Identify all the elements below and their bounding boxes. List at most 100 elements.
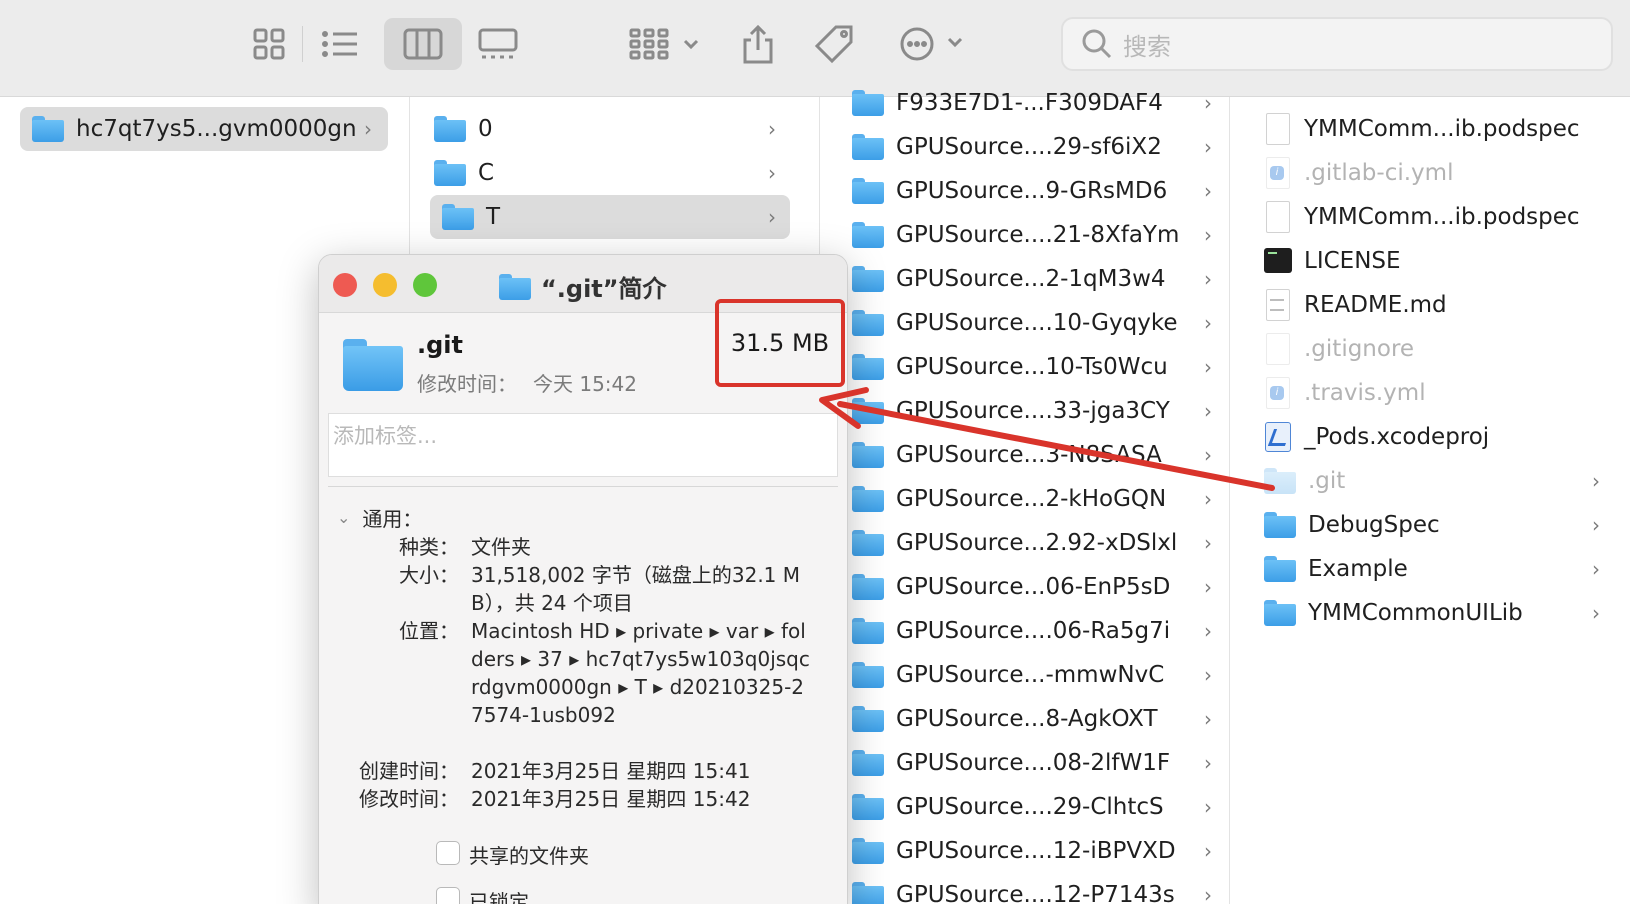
info-modified-value: 今天 15:42 xyxy=(533,372,637,396)
column-2-item[interactable]: C › xyxy=(422,151,790,195)
locked-checkbox[interactable] xyxy=(436,887,460,904)
section-title: 通用： xyxy=(362,507,423,531)
more-icon[interactable] xyxy=(898,20,970,68)
search-placeholder: 搜索 xyxy=(1123,32,1171,61)
column-4-item[interactable]: Example › xyxy=(1264,547,1624,591)
item-label: T xyxy=(486,204,501,230)
chevron-right-icon: › xyxy=(768,161,776,185)
item-label: GPUSource...3-N8SASA xyxy=(896,442,1162,468)
column-3-item[interactable]: GPUSource...-mmwNvC › xyxy=(852,653,1222,697)
item-label: LICENSE xyxy=(1304,248,1401,274)
column-4-item[interactable]: .gitignore xyxy=(1264,327,1624,371)
tag-icon[interactable] xyxy=(814,20,854,68)
column-3-item[interactable]: GPUSource....06-Ra5g7i › xyxy=(852,609,1222,653)
where-value: Macintosh HD ▸ private ▸ var ▸ folders ▸… xyxy=(471,619,810,727)
gallery-view-icon[interactable] xyxy=(476,20,520,68)
item-label: .gitlab-ci.yml xyxy=(1304,160,1454,186)
item-label: GPUSource....06-Ra5g7i xyxy=(896,618,1171,644)
column-3-item[interactable]: GPUSource...2.92-xDSlxl › xyxy=(852,521,1222,565)
tag-placeholder: 添加标签... xyxy=(333,424,438,448)
column-3-item[interactable]: GPUSource...2-1qM3w4 › xyxy=(852,257,1222,301)
folder-icon xyxy=(442,204,474,230)
group-icon[interactable] xyxy=(627,20,707,68)
folder-icon xyxy=(1264,468,1296,494)
column-2-item[interactable]: 0 › xyxy=(422,107,790,151)
column-3-item[interactable]: GPUSource...3-N8SASA › xyxy=(852,433,1222,477)
item-label: .gitignore xyxy=(1304,336,1415,362)
markdown-file-icon xyxy=(1264,289,1292,321)
list-view-icon[interactable] xyxy=(318,20,362,68)
toolbar: 搜索 xyxy=(0,0,1630,97)
column-3-item[interactable]: GPUSource...10-Ts0Wcu › xyxy=(852,345,1222,389)
general-section-toggle[interactable]: ⌄ 通用： xyxy=(337,503,422,532)
folder-icon xyxy=(32,116,64,142)
column-view-icon[interactable] xyxy=(384,18,462,70)
column-4-item[interactable]: .git › xyxy=(1264,459,1624,503)
chevron-right-icon: › xyxy=(1204,223,1212,247)
yml-file-icon: i xyxy=(1264,377,1292,409)
item-label: GPUSource...9-GRsMD6 xyxy=(896,178,1168,204)
zoom-button[interactable] xyxy=(413,273,437,297)
column-3-item[interactable]: GPUSource...2-kHoGQN › xyxy=(852,477,1222,521)
item-label: GPUSource....08-2lfW1F xyxy=(896,750,1171,776)
tag-input[interactable]: 添加标签... xyxy=(328,413,838,477)
item-label: F933E7D1-...F309DAF4 xyxy=(896,90,1163,116)
column-3-item[interactable]: GPUSource....08-2lfW1F › xyxy=(852,741,1222,785)
column-4-item[interactable]: i .gitlab-ci.yml xyxy=(1264,151,1624,195)
item-label: GPUSource....12-iBPVXD xyxy=(896,838,1176,864)
column-3-item[interactable]: GPUSource....12-P7143s › xyxy=(852,873,1222,904)
info-item-name: .git xyxy=(417,331,463,359)
column-3-item[interactable]: GPUSource....12-iBPVXD › xyxy=(852,829,1222,873)
column-3-item[interactable]: GPUSource....10-Gyqyke › xyxy=(852,301,1222,345)
divider xyxy=(328,486,838,487)
chevron-right-icon: › xyxy=(1204,839,1212,863)
column-4-item[interactable]: YMMComm...ib.podspec xyxy=(1264,107,1624,151)
column-3-item[interactable]: GPUSource...8-AgkOXT › xyxy=(852,697,1222,741)
column-4-item[interactable]: README.md xyxy=(1264,283,1624,327)
folder-icon xyxy=(1264,600,1296,626)
icon-view-icon[interactable] xyxy=(248,20,290,68)
share-icon[interactable] xyxy=(740,20,776,68)
chevron-right-icon: › xyxy=(1204,267,1212,291)
chevron-right-icon: › xyxy=(1204,399,1212,423)
item-label: GPUSource....21-8XfaYm xyxy=(896,222,1180,248)
item-label: _Pods.xcodeproj xyxy=(1304,424,1490,450)
column-4-item[interactable]: _Pods.xcodeproj xyxy=(1264,415,1624,459)
column-4-item[interactable]: YMMCommonUILib › xyxy=(1264,591,1624,635)
column-3-item[interactable]: GPUSource....33-jga3CY › xyxy=(852,389,1222,433)
search-icon xyxy=(1077,24,1117,64)
column-4: YMMComm...ib.podspec i .gitlab-ci.yml YMMCo… xyxy=(1230,97,1630,904)
column-4-item[interactable]: YMMComm...ib.podspec xyxy=(1264,195,1624,239)
folder-icon xyxy=(434,116,466,142)
column-3-item[interactable]: GPUSource....21-8XfaYm › xyxy=(852,213,1222,257)
column-3-item[interactable]: GPUSource....29-sf6iX2 › xyxy=(852,125,1222,169)
minimize-button[interactable] xyxy=(373,273,397,297)
folder-icon xyxy=(852,222,884,248)
column-3-item[interactable]: GPUSource...9-GRsMD6 › xyxy=(852,169,1222,213)
chevron-right-icon: › xyxy=(1204,575,1212,599)
document-icon xyxy=(1264,113,1292,145)
close-button[interactable] xyxy=(333,273,357,297)
column-4-item[interactable]: DebugSpec › xyxy=(1264,503,1624,547)
item-label: GPUSource....33-jga3CY xyxy=(896,398,1170,424)
modified-value: 2021年3月25日 星期四 15:42 xyxy=(471,787,751,811)
column-1-item[interactable]: hc7qt7ys5...gvm0000gn › xyxy=(20,107,388,151)
column-3-item[interactable]: F933E7D1-...F309DAF4 › xyxy=(852,81,1222,125)
info-modified-label: 修改时间： xyxy=(417,372,517,396)
column-2-item-selected[interactable]: T › xyxy=(430,195,790,239)
item-label: YMMComm...ib.podspec xyxy=(1304,204,1580,230)
column-3-item[interactable]: GPUSource....29-ClhtcS › xyxy=(852,785,1222,829)
folder-icon xyxy=(852,90,884,116)
column-3-item[interactable]: GPUSource...06-EnP5sD › xyxy=(852,565,1222,609)
search-field[interactable]: 搜索 xyxy=(1061,17,1613,71)
chevron-right-icon: › xyxy=(1592,557,1600,581)
column-4-item[interactable]: LICENSE xyxy=(1264,239,1624,283)
column-4-item[interactable]: i .travis.yml xyxy=(1264,371,1624,415)
chevron-right-icon: › xyxy=(1204,443,1212,467)
chevron-down-icon: ⌄ xyxy=(337,508,351,527)
chevron-right-icon: › xyxy=(1204,179,1212,203)
folder-icon xyxy=(852,882,884,904)
size-value: 31,518,002 字节（磁盘上的32.1 MB），共 24 个项目 xyxy=(471,563,801,615)
shared-folder-checkbox[interactable] xyxy=(436,841,460,865)
item-label: GPUSource....10-Gyqyke xyxy=(896,310,1178,336)
